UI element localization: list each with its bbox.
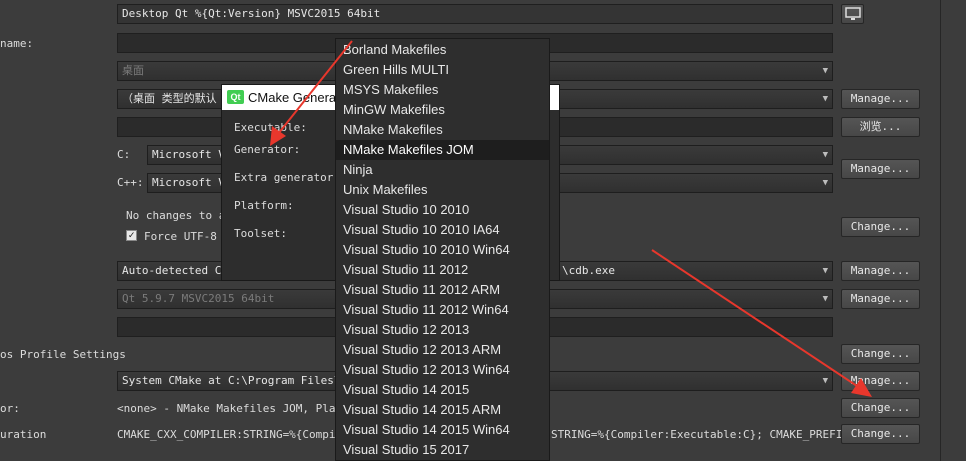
annotation-arrowhead [851, 378, 872, 397]
annotation-arrows [270, 40, 872, 397]
annotation-arrow-line [651, 249, 861, 389]
annotation-arrowhead [270, 126, 286, 146]
annotation-arrow-line [277, 40, 353, 135]
